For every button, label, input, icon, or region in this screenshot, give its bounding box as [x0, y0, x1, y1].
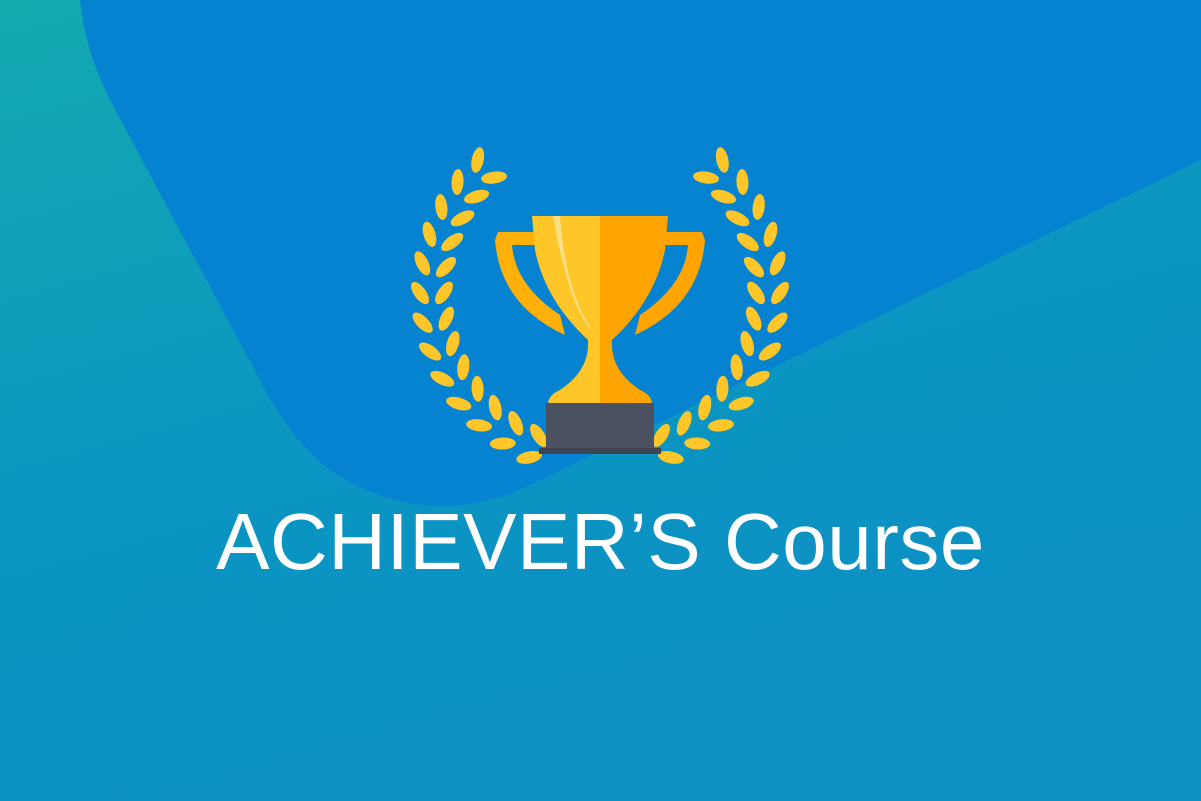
trophy-plinth [539, 448, 661, 454]
trophy-base [546, 403, 654, 449]
course-title: ACHIEVER’S Course [216, 497, 985, 586]
banner-background [0, 0, 1201, 801]
